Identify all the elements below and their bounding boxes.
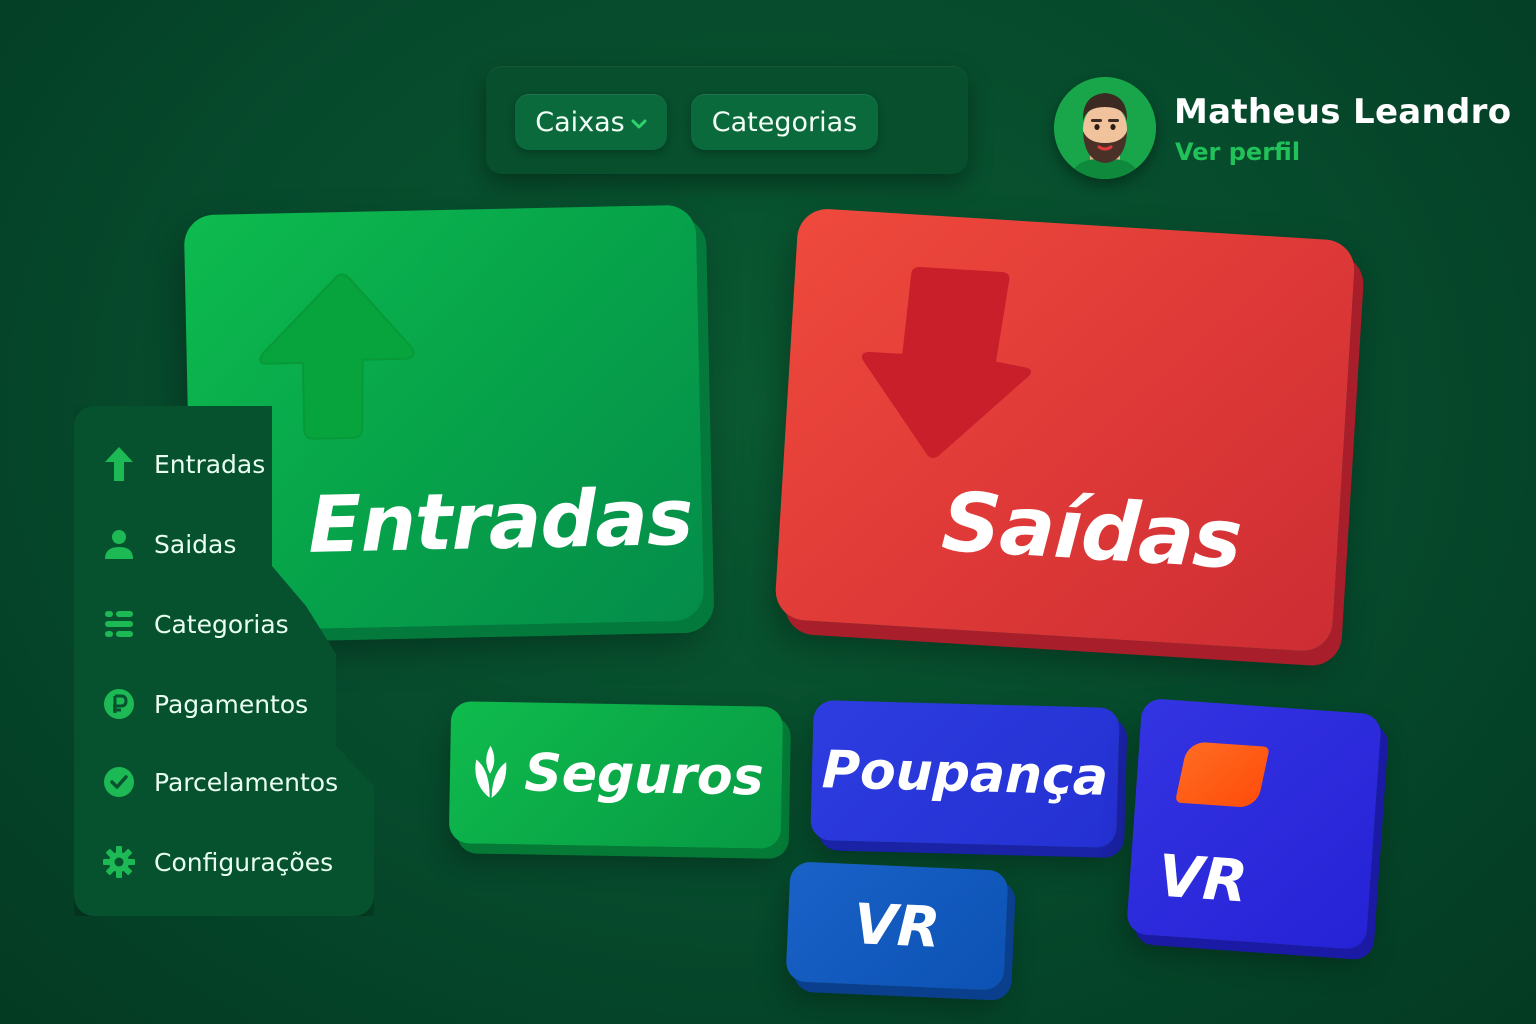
- sidebar-item-label: Categorias: [154, 609, 289, 639]
- vr-tile-large[interactable]: VR: [1126, 697, 1382, 951]
- nav-categorias-button[interactable]: Categorias: [691, 94, 878, 150]
- sidebar-item-categorias[interactable]: Categorias: [102, 602, 289, 646]
- seguros-label: Seguros: [523, 743, 765, 808]
- leaf-icon: [475, 745, 507, 798]
- top-nav: Caixas Categorias: [486, 66, 968, 174]
- view-profile-link[interactable]: Ver perfil: [1175, 138, 1300, 166]
- poupanca-label: Poupança: [821, 740, 1109, 808]
- nav-caixas-label: Caixas: [535, 106, 625, 138]
- sidebar-item-parcelamentos[interactable]: Parcelamentos: [102, 760, 338, 804]
- sidebar-item-saidas[interactable]: Saidas: [102, 522, 236, 566]
- person-icon: [102, 527, 136, 561]
- arrow-up-icon: [102, 447, 136, 481]
- nav-categorias-label: Categorias: [711, 106, 858, 138]
- vr-tile-small[interactable]: VR: [785, 861, 1009, 991]
- nav-caixas-dropdown[interactable]: Caixas: [515, 94, 667, 150]
- arrow-down-icon: [861, 266, 1032, 458]
- seguros-tile[interactable]: Seguros: [448, 701, 784, 849]
- poupanca-tile[interactable]: Poupança: [810, 700, 1120, 848]
- saidas-card-title: Saídas: [939, 474, 1244, 588]
- avatar-face-icon: [1054, 77, 1156, 179]
- sidebar-item-configuracoes[interactable]: Configurações: [102, 840, 333, 884]
- entradas-card-title: Entradas: [307, 472, 694, 571]
- sidebar-item-entradas[interactable]: Entradas: [102, 442, 265, 486]
- sidebar-item-pagamentos[interactable]: Pagamentos: [102, 682, 308, 726]
- check-circle-icon: [102, 765, 136, 799]
- sidebar-item-label: Pagamentos: [154, 689, 309, 719]
- sidebar-item-label: Entradas: [154, 449, 266, 479]
- sidebar-item-label: Parcelamentos: [154, 767, 339, 797]
- vr-large-label: VR: [1155, 841, 1250, 916]
- currency-icon: [102, 687, 136, 721]
- sidebar-item-label: Saidas: [154, 529, 237, 559]
- saidas-card[interactable]: Saídas: [773, 207, 1357, 653]
- profile-name: Matheus Leandro: [1174, 92, 1512, 132]
- chevron-down-icon: [631, 119, 647, 129]
- avatar[interactable]: [1054, 77, 1156, 179]
- vr-logo-icon: [1174, 741, 1270, 809]
- sidebar-item-label: Configurações: [154, 847, 334, 877]
- arrow-up-icon: [259, 273, 415, 440]
- list-icon: [102, 607, 136, 641]
- vr-small-label: VR: [852, 891, 942, 961]
- gear-icon: [102, 845, 136, 879]
